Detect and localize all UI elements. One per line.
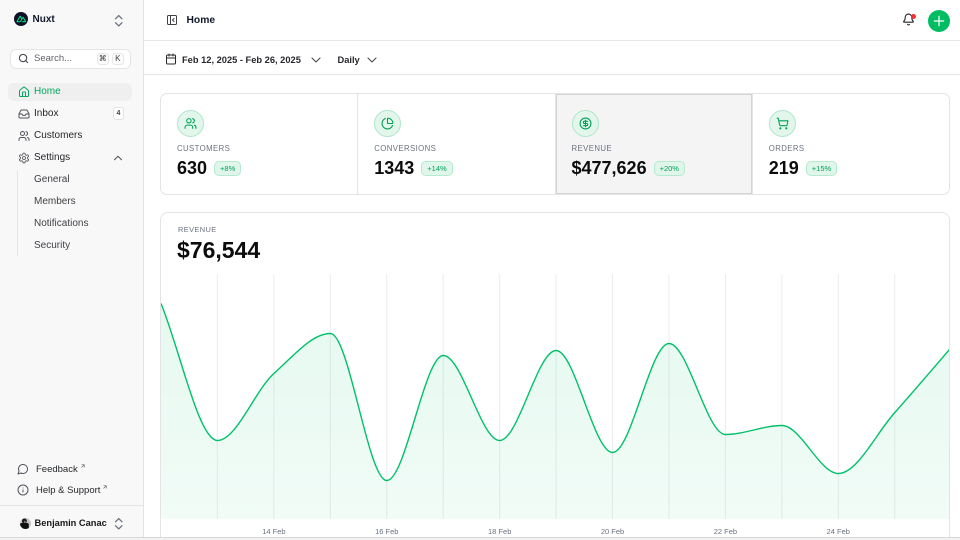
svg-text:22 Feb: 22 Feb (713, 527, 736, 536)
svg-text:20 Feb: 20 Feb (600, 527, 623, 536)
svg-text:14 Feb: 14 Feb (262, 527, 285, 536)
svg-text:24 Feb: 24 Feb (826, 527, 849, 536)
svg-text:18 Feb: 18 Feb (488, 527, 511, 536)
svg-text:16 Feb: 16 Feb (375, 527, 398, 536)
